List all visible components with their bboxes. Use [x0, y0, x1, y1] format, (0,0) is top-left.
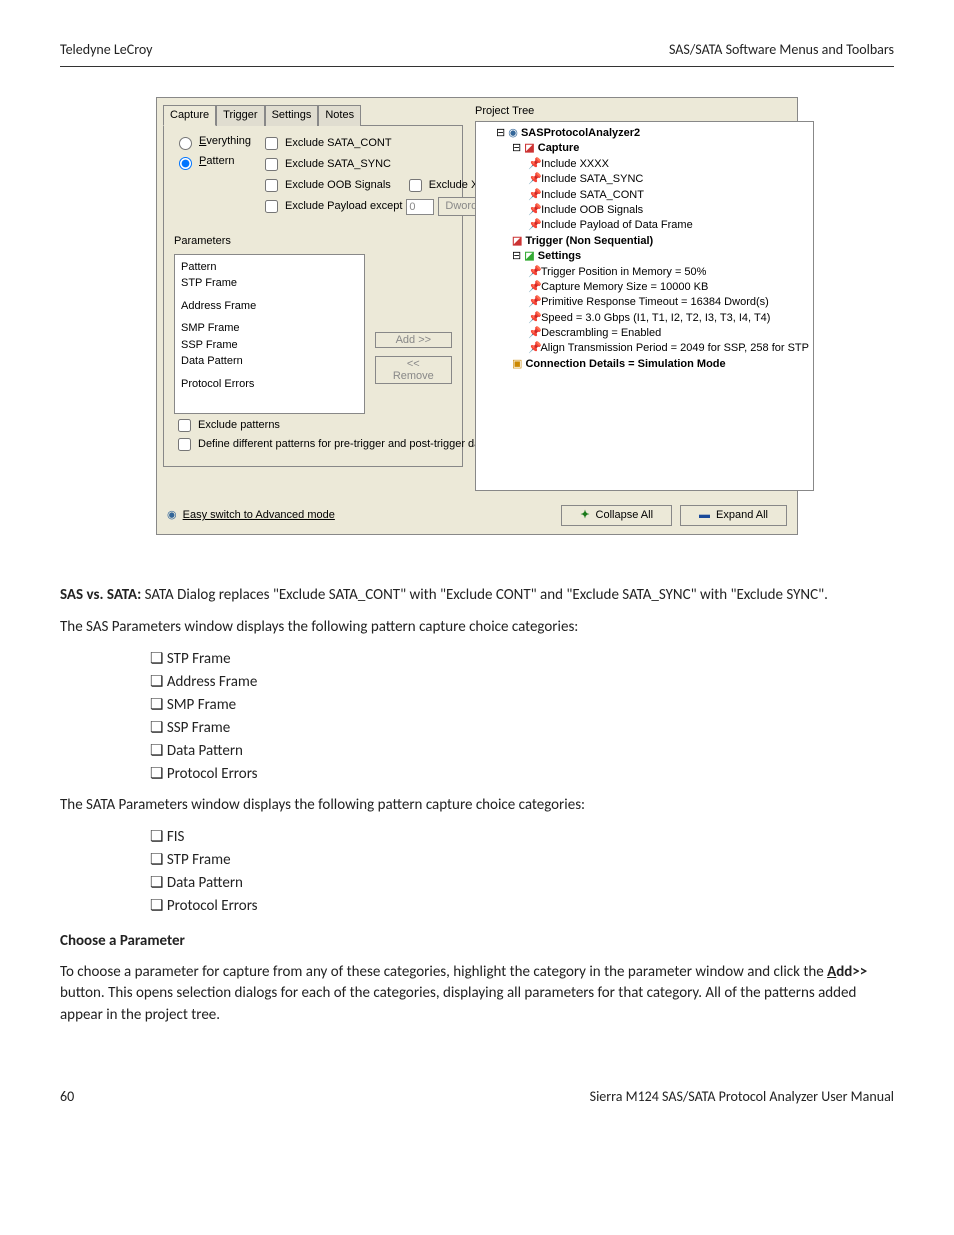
- tab-settings[interactable]: Settings: [265, 105, 319, 126]
- pin-icon: 📌: [528, 265, 538, 280]
- list-item: SMP Frame: [150, 695, 894, 716]
- pin-icon: 📌: [528, 311, 538, 326]
- chk-exclude-payload[interactable]: Exclude Payload except: [261, 197, 402, 216]
- tab-capture[interactable]: Capture: [163, 105, 216, 126]
- tree-inc-xxxx[interactable]: Include XXXX: [541, 158, 609, 170]
- tab-notes[interactable]: Notes: [318, 105, 361, 126]
- list-item: Protocol Errors: [150, 896, 894, 917]
- tab-strip: Capture Trigger Settings Notes: [163, 104, 463, 125]
- radio-everything[interactable]: Everything: [174, 134, 251, 150]
- list-item: STP Frame: [150, 649, 894, 670]
- param-item-stp[interactable]: STP Frame: [181, 275, 358, 292]
- plus-icon: ✦: [580, 508, 589, 523]
- dialog-screenshot: Capture Trigger Settings Notes Everythin…: [156, 97, 798, 536]
- list-item: Protocol Errors: [150, 764, 894, 785]
- project-tree-label: Project Tree: [475, 104, 814, 119]
- remove-button[interactable]: << Remove: [375, 356, 452, 384]
- choose-parameter-heading: Choose a Parameter: [60, 931, 894, 952]
- param-item-ssp[interactable]: SSP Frame: [181, 337, 358, 354]
- pin-icon: 📌: [528, 157, 538, 172]
- sas-vs-sata-para: SAS vs. SATA: SATA Dialog replaces "Excl…: [60, 585, 894, 607]
- param-item-data[interactable]: Data Pattern: [181, 353, 358, 370]
- choose-parameter-para: To choose a parameter for capture from a…: [60, 962, 894, 1027]
- sas-params-list: STP Frame Address Frame SMP Frame SSP Fr…: [60, 649, 894, 785]
- page-number: 60: [60, 1087, 74, 1107]
- tree-prim-resp[interactable]: Primitive Response Timeout = 16384 Dword…: [541, 296, 769, 308]
- left-pane: Capture Trigger Settings Notes Everythin…: [157, 98, 469, 497]
- pin-icon: 📌: [528, 203, 538, 218]
- add-button[interactable]: Add >>: [375, 332, 452, 348]
- tree-root[interactable]: SASProtocolAnalyzer2: [521, 127, 640, 139]
- pin-icon: 📌: [528, 218, 538, 233]
- tree-inc-oob[interactable]: Include OOB Signals: [541, 204, 643, 216]
- pin-icon: 📌: [528, 341, 538, 356]
- header-right: SAS/SATA Software Menus and Toolbars: [669, 40, 894, 60]
- minus-icon: ▬: [699, 508, 710, 523]
- header-left: Teledyne LeCroy: [60, 40, 153, 60]
- tree-speed[interactable]: Speed = 3.0 Gbps (I1, T1, I2, T2, I3, T3…: [541, 312, 770, 324]
- list-item: Address Frame: [150, 672, 894, 693]
- tree-mem-size[interactable]: Capture Memory Size = 10000 KB: [541, 281, 708, 293]
- conn-icon: ▣: [512, 358, 522, 370]
- tree-capture[interactable]: Capture: [538, 142, 580, 154]
- tree-inc-sync[interactable]: Include SATA_SYNC: [541, 173, 643, 185]
- list-item: Data Pattern: [150, 873, 894, 894]
- globe-icon: ◉: [167, 508, 177, 523]
- payload-count-input[interactable]: [406, 199, 434, 215]
- parameters-listbox[interactable]: Pattern STP Frame Address Frame SMP Fram…: [174, 254, 365, 414]
- tree-align[interactable]: Align Transmission Period = 2049 for SSP…: [540, 342, 809, 354]
- sata-params-list: FIS STP Frame Data Pattern Protocol Erro…: [60, 827, 894, 917]
- right-pane: Project Tree ⊟ ◉ SASProtocolAnalyzer2 ⊟ …: [469, 98, 820, 497]
- tree-trigger[interactable]: Trigger (Non Sequential): [525, 235, 653, 247]
- radio-pattern[interactable]: Pattern: [174, 154, 251, 170]
- chk-exclude-sync[interactable]: Exclude SATA_SYNC: [261, 155, 500, 174]
- tree-inc-cont[interactable]: Include SATA_CONT: [541, 189, 644, 201]
- param-item-pattern[interactable]: Pattern: [181, 259, 358, 276]
- tree-trig-pos[interactable]: Trigger Position in Memory = 50%: [541, 266, 707, 278]
- pin-icon: 📌: [528, 280, 538, 295]
- pin-icon: 📌: [528, 172, 538, 187]
- tree-descramble[interactable]: Descrambling = Enabled: [541, 327, 661, 339]
- settings-icon: ◪: [524, 250, 534, 262]
- sata-params-intro: The SATA Parameters window displays the …: [60, 795, 894, 817]
- pin-icon: 📌: [528, 295, 538, 310]
- pin-icon: 📌: [528, 188, 538, 203]
- collapse-all-button[interactable]: ✦Collapse All: [561, 505, 672, 526]
- list-item: FIS: [150, 827, 894, 848]
- param-item-address[interactable]: Address Frame: [181, 298, 358, 315]
- list-item: Data Pattern: [150, 741, 894, 762]
- tree-inc-payload[interactable]: Include Payload of Data Frame: [541, 219, 693, 231]
- sas-params-intro: The SAS Parameters window displays the f…: [60, 617, 894, 639]
- list-item: SSP Frame: [150, 718, 894, 739]
- capture-icon: ◪: [524, 142, 534, 154]
- list-item: STP Frame: [150, 850, 894, 871]
- manual-title: Sierra M124 SAS/SATA Protocol Analyzer U…: [590, 1087, 894, 1107]
- trigger-icon: ◪: [512, 235, 522, 247]
- chk-define-diff[interactable]: Define different patterns for pre-trigge…: [174, 435, 452, 454]
- pin-icon: 📌: [528, 326, 538, 341]
- param-item-smp[interactable]: SMP Frame: [181, 320, 358, 337]
- chk-exclude-cont[interactable]: Exclude SATA_CONT: [261, 134, 500, 153]
- expand-all-button[interactable]: ▬Expand All: [680, 505, 787, 526]
- project-tree[interactable]: ⊟ ◉ SASProtocolAnalyzer2 ⊟ ◪ Capture 📌 I…: [475, 121, 814, 491]
- tree-settings[interactable]: Settings: [538, 250, 581, 262]
- easy-switch-link[interactable]: ◉ Easy switch to Advanced mode: [167, 505, 335, 526]
- globe-icon: ◉: [508, 127, 518, 139]
- chk-exclude-oob[interactable]: Exclude OOB Signals: [261, 176, 391, 195]
- tree-conn[interactable]: Connection Details = Simulation Mode: [525, 358, 725, 370]
- chk-exclude-patterns[interactable]: Exclude patterns: [174, 416, 452, 435]
- tab-trigger[interactable]: Trigger: [216, 105, 264, 126]
- parameters-label: Parameters: [174, 234, 452, 249]
- param-item-proto[interactable]: Protocol Errors: [181, 376, 358, 393]
